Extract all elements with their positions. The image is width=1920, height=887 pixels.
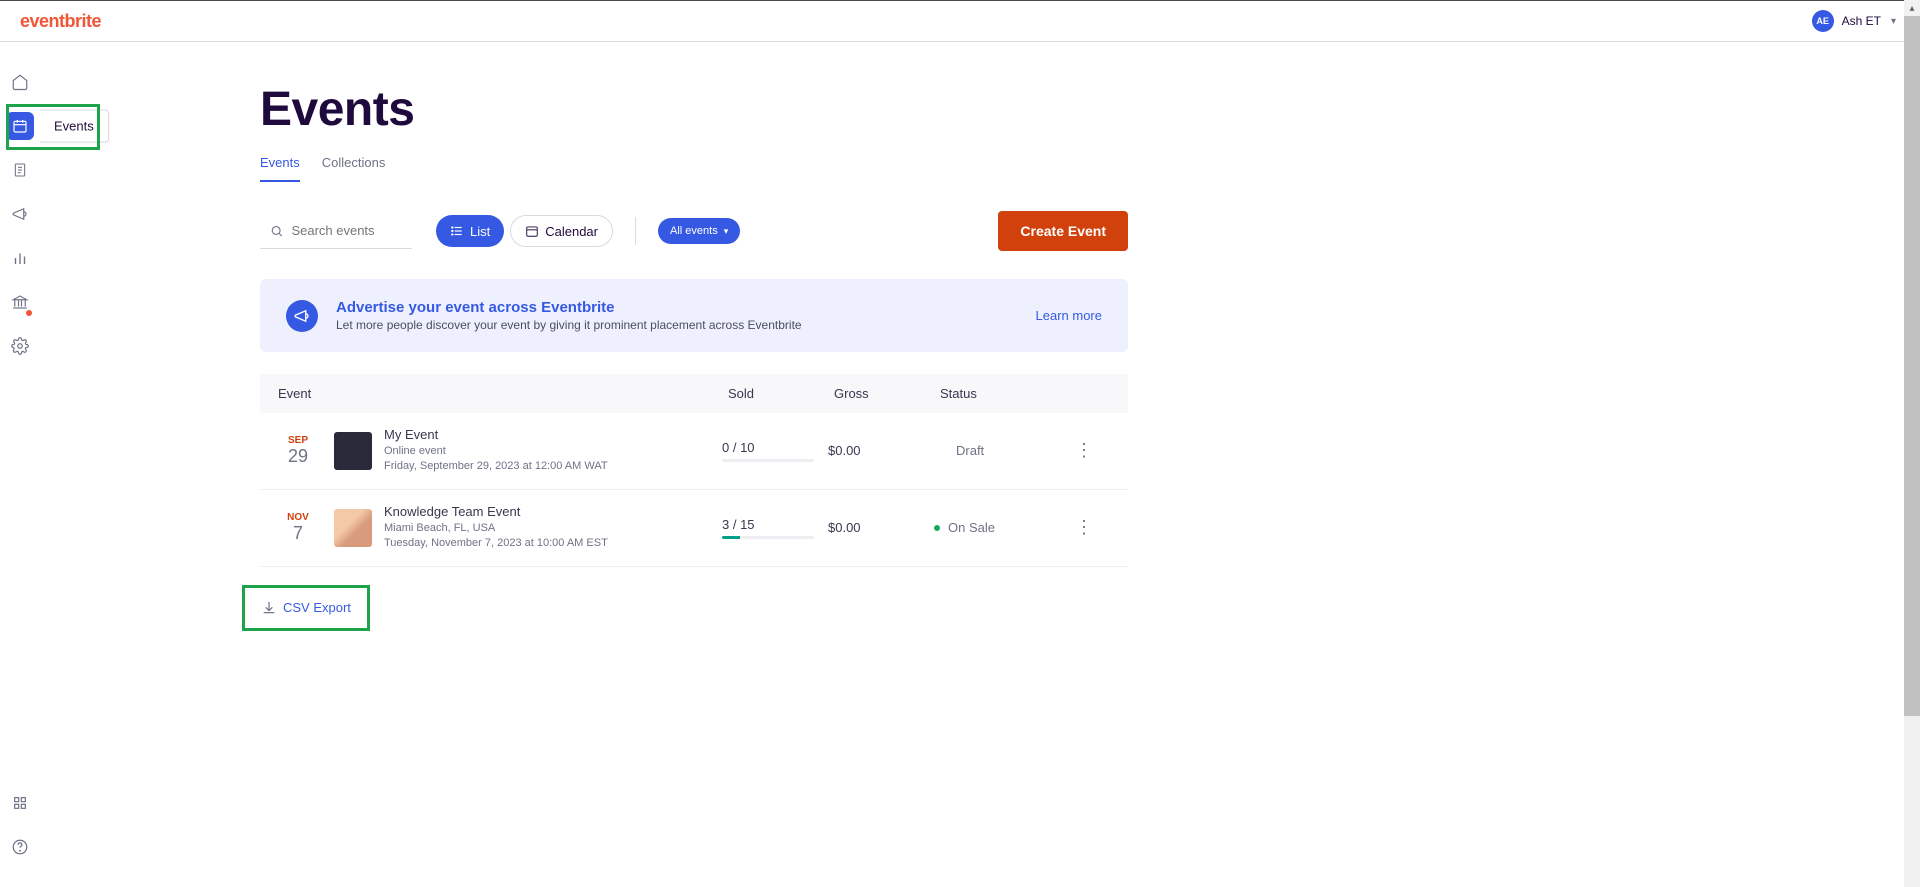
page-title: Events [260,82,1128,137]
view-calendar-label: Calendar [545,224,598,239]
sold-count: 0 / 10 [722,440,828,455]
event-datetime: Friday, September 29, 2023 at 12:00 AM W… [384,459,722,474]
gross-amount: $0.00 [828,520,934,535]
filter-all-events-button[interactable]: All events ▾ [658,218,740,244]
event-row[interactable]: SEP 29 My Event Online event Friday, Sep… [260,413,1128,490]
event-date-day: 29 [278,446,318,467]
sidebar-item-orders[interactable] [0,148,40,192]
row-menu-button[interactable]: ⋮ [1064,440,1104,461]
scroll-thumb[interactable] [1904,16,1920,716]
status-cell: On Sale [934,520,1064,535]
search-icon [270,223,283,239]
promo-subtitle: Let more people discover your event by g… [336,318,1018,332]
event-row[interactable]: NOV 7 Knowledge Team Event Miami Beach, … [260,490,1128,567]
left-nav-sidebar: Events [0,42,40,887]
gross-amount: $0.00 [828,443,934,458]
sold-progress-bar [722,536,814,539]
event-date: NOV 7 [278,512,318,544]
event-date-month: NOV [278,512,318,523]
events-table-header: Event Sold Gross Status [260,374,1128,413]
view-calendar-button[interactable]: Calendar [510,215,613,247]
status-dot-icon [934,525,940,531]
status-cell: Draft [934,443,1064,458]
sold-count: 3 / 15 [722,517,828,532]
event-thumbnail [334,509,372,547]
promo-banner: Advertise your event across Eventbrite L… [260,279,1128,352]
tab-events[interactable]: Events [260,155,300,182]
event-date: SEP 29 [278,435,318,467]
sidebar-item-settings[interactable] [0,324,40,368]
sidebar-item-finance[interactable] [0,280,40,324]
col-header-sold: Sold [728,386,834,401]
sidebar-item-events[interactable]: Events [0,104,40,148]
megaphone-icon [6,200,34,228]
event-date-month: SEP [278,435,318,446]
sidebar-item-home[interactable] [0,60,40,104]
vertical-scrollbar[interactable]: ▴ [1904,0,1920,887]
bar-chart-icon [6,244,34,272]
col-header-status: Status [940,386,1070,401]
avatar: AE [1812,10,1834,32]
status-label: Draft [956,443,984,458]
user-name-label: Ash ET [1842,14,1881,28]
separator [635,217,636,245]
col-header-event: Event [278,386,728,401]
status-label: On Sale [948,520,995,535]
chevron-down-icon: ▾ [1891,16,1896,27]
csv-export-label: CSV Export [283,600,351,615]
event-subtitle: Miami Beach, FL, USA [384,521,722,536]
view-list-label: List [470,224,490,239]
sidebar-item-apps[interactable] [0,781,40,825]
toolbar: List Calendar All events ▾ Create Event [260,211,1128,251]
search-input-wrapper[interactable] [260,213,412,249]
calendar-small-icon [525,224,539,238]
event-title: Knowledge Team Event [384,504,722,519]
download-icon [261,600,277,616]
gear-icon [6,332,34,360]
event-title: My Event [384,427,722,442]
search-input[interactable] [291,223,404,238]
list-icon [450,224,464,238]
sidebar-item-marketing[interactable] [0,192,40,236]
document-icon [6,156,34,184]
filter-label: All events [670,225,718,237]
sidebar-item-help[interactable] [0,825,40,869]
sidebar-item-reports[interactable] [0,236,40,280]
promo-title: Advertise your event across Eventbrite [336,299,1018,316]
help-icon [6,833,34,861]
csv-export-button[interactable]: CSV Export [247,592,365,624]
megaphone-circle-icon [286,300,318,332]
brand-logo[interactable]: eventbrite [20,11,101,32]
annotation-highlight-csv-export: CSV Export [242,585,370,631]
view-list-button[interactable]: List [436,215,504,247]
col-header-gross: Gross [834,386,940,401]
main-content: Events Events Collections List [40,42,1920,887]
sidebar-tooltip-events: Events [40,110,109,143]
home-icon [6,68,34,96]
scroll-up-arrow-icon[interactable]: ▴ [1904,0,1920,16]
row-menu-button[interactable]: ⋮ [1064,517,1104,538]
event-date-day: 7 [278,523,318,544]
tab-collections[interactable]: Collections [322,155,386,182]
sold-progress-bar [722,459,814,462]
create-event-button[interactable]: Create Event [998,211,1128,251]
calendar-icon [6,112,34,140]
event-subtitle: Online event [384,444,722,459]
app-header: eventbrite AE Ash ET ▾ [0,1,1920,42]
user-menu[interactable]: AE Ash ET ▾ [1808,6,1904,36]
chevron-down-icon: ▾ [724,226,729,237]
notification-dot [26,310,32,316]
grid-icon [6,789,34,817]
promo-learn-more-link[interactable]: Learn more [1036,308,1102,323]
event-thumbnail [334,432,372,470]
tab-bar: Events Collections [260,155,1128,183]
event-datetime: Tuesday, November 7, 2023 at 10:00 AM ES… [384,536,722,551]
